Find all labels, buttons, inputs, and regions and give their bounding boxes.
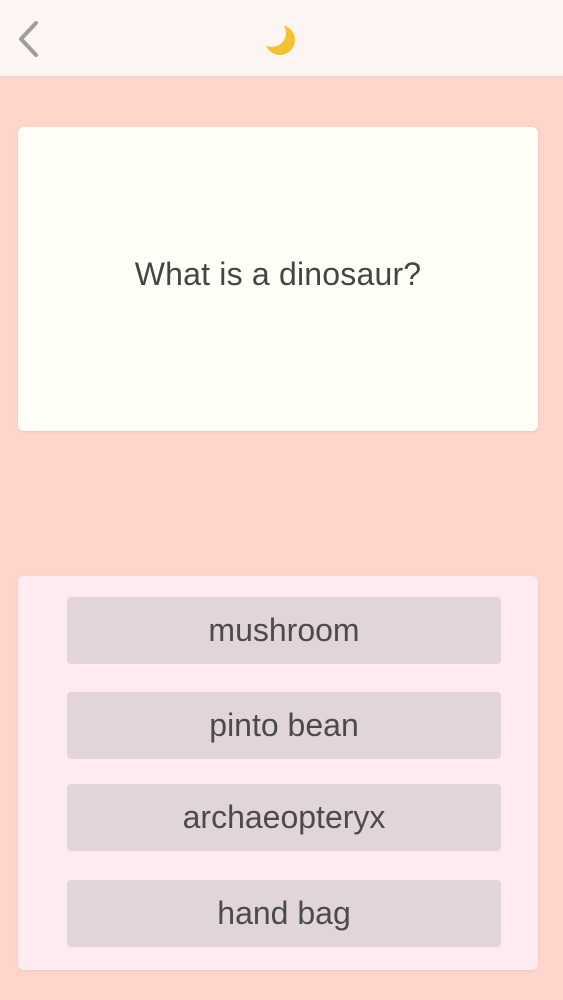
answers-panel: mushroom pinto bean archaeopteryx hand b… <box>18 576 538 970</box>
crescent-moon-icon[interactable] <box>262 22 298 58</box>
question-text: What is a dinosaur? <box>134 255 422 292</box>
answer-option-archaeopteryx[interactable]: archaeopteryx <box>67 784 501 851</box>
chevron-left-icon <box>19 21 38 57</box>
answer-option-pinto-bean[interactable]: pinto bean <box>67 692 501 759</box>
answer-option-mushroom[interactable]: mushroom <box>67 597 501 664</box>
answer-option-hand-bag[interactable]: hand bag <box>67 880 501 947</box>
top-bar <box>0 0 563 77</box>
back-button[interactable] <box>8 16 48 62</box>
question-card: What is a dinosaur? <box>18 127 538 431</box>
